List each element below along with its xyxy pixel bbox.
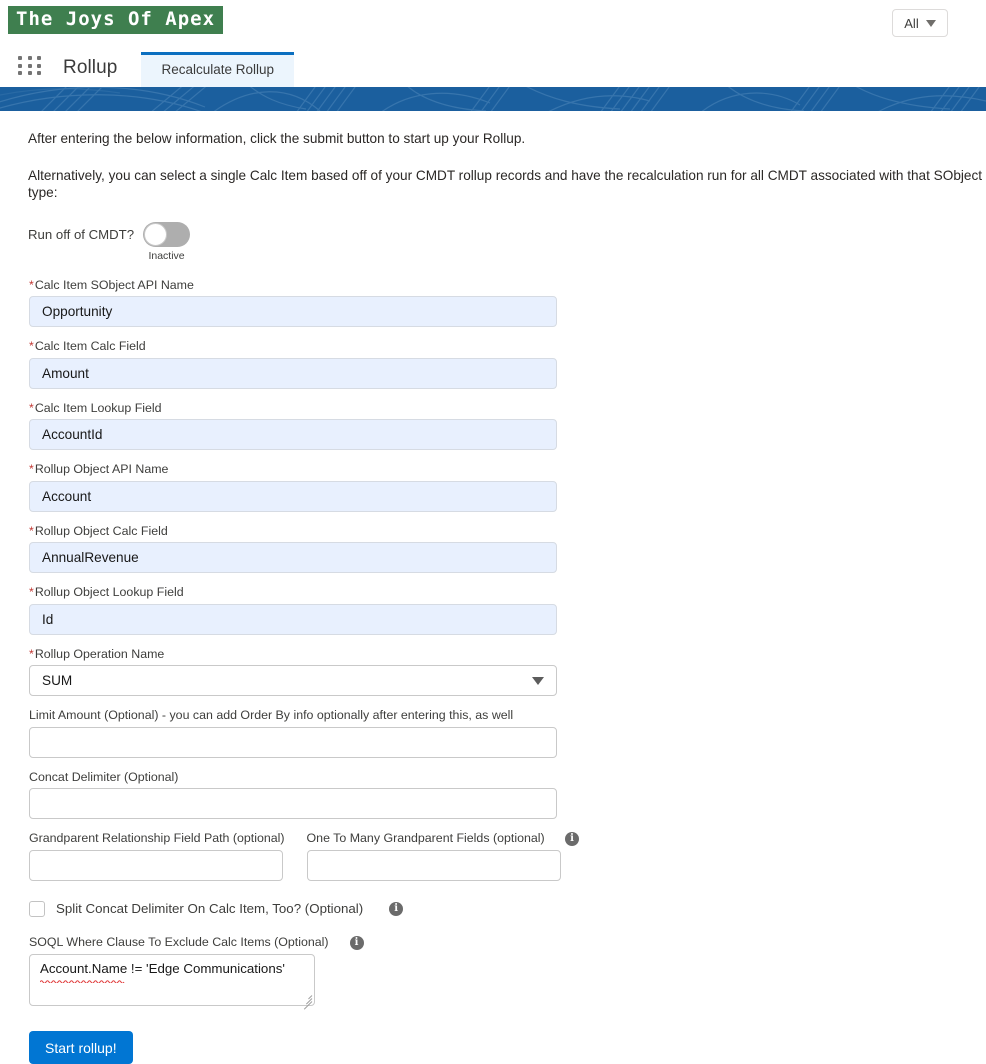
tab-recalculate-rollup[interactable]: Recalculate Rollup	[141, 52, 295, 87]
input-limit-amount[interactable]	[29, 726, 557, 758]
input-one-to-many-grandparent-fields[interactable]	[306, 849, 561, 881]
select-value: SUM	[42, 673, 73, 689]
select-rollup-operation-name[interactable]: SUM	[29, 665, 557, 697]
cmdt-toggle-state-label: Inactive	[148, 249, 185, 262]
input-rollup-object-calc-field[interactable]	[29, 542, 557, 574]
label-text: Calc Item Calc Field	[34, 339, 146, 354]
tab-strip: Recalculate Rollup	[141, 42, 295, 87]
field-grandparent-relationship-field-path: Grandparent Relationship Field Path (opt…	[29, 831, 285, 881]
field-rollup-operation-name: *Rollup Operation Name SUM	[29, 647, 986, 697]
label-text: Rollup Object API Name	[34, 462, 169, 477]
field-concat-delimiter: Concat Delimiter (Optional)	[29, 770, 986, 820]
label-text: Calc Item SObject API Name	[34, 277, 194, 292]
label-text: Calc Item Lookup Field	[34, 400, 162, 415]
cmdt-toggle-label: Run off of CMDT?	[28, 226, 135, 242]
app-launcher-grid-icon[interactable]	[18, 56, 44, 76]
info-icon[interactable]: i	[565, 832, 580, 847]
label-one-to-many-grandparent-fields: One To Many Grandparent Fields (optional…	[307, 831, 580, 847]
grandparent-fields-row: Grandparent Relationship Field Path (opt…	[29, 831, 986, 881]
chevron-down-icon	[925, 19, 936, 27]
required-asterisk: *	[29, 585, 34, 600]
info-icon[interactable]: i	[389, 901, 404, 916]
input-calc-item-lookup-field[interactable]	[29, 419, 557, 451]
label-grandparent-relationship-field-path: Grandparent Relationship Field Path (opt…	[29, 831, 285, 846]
decorative-banner	[0, 87, 986, 111]
label-rollup-object-api-name: *Rollup Object API Name	[29, 462, 986, 478]
cmdt-toggle-switch[interactable]	[143, 221, 191, 247]
soql-textarea-wrap	[29, 954, 315, 1011]
main-content-card: After entering the below information, cl…	[4, 111, 986, 1064]
cmdt-toggle-wrap: Inactive	[143, 221, 191, 262]
label-concat-delimiter: Concat Delimiter (Optional)	[29, 769, 179, 784]
required-asterisk: *	[29, 277, 34, 292]
top-bar: The Joys Of Apex All	[0, 0, 986, 42]
select-wrap-rollup-operation: SUM	[29, 665, 557, 697]
label-calc-item-lookup-field: *Calc Item Lookup Field	[29, 401, 986, 417]
scope-filter-dropdown[interactable]: All	[892, 9, 948, 37]
required-asterisk: *	[29, 400, 34, 415]
label-soql-where-clause: SOQL Where Clause To Exclude Calc Items …	[29, 934, 329, 949]
label-text: Rollup Operation Name	[34, 646, 165, 661]
label-rollup-object-calc-field: *Rollup Object Calc Field	[29, 524, 986, 540]
required-asterisk: *	[29, 646, 34, 661]
label-rollup-operation-name: *Rollup Operation Name	[29, 647, 986, 663]
required-asterisk: *	[29, 339, 34, 354]
intro-text-secondary: Alternatively, you can select a single C…	[28, 168, 983, 200]
rollup-form: *Calc Item SObject API Name *Calc Item C…	[29, 278, 986, 1064]
chevron-down-icon	[532, 677, 544, 686]
field-calc-item-lookup-field: *Calc Item Lookup Field	[29, 401, 986, 451]
label-text: One To Many Grandparent Fields (optional…	[306, 831, 545, 846]
label-text: Rollup Object Calc Field	[34, 523, 168, 538]
brand-logo: The Joys Of Apex	[8, 6, 224, 34]
tab-label: Recalculate Rollup	[161, 62, 275, 77]
field-soql-where-clause: SOQL Where Clause To Exclude Calc Items …	[29, 935, 986, 1011]
input-concat-delimiter[interactable]	[29, 788, 557, 820]
input-calc-item-calc-field[interactable]	[29, 357, 557, 389]
toggle-knob	[144, 222, 168, 246]
field-calc-item-sobject-api-name: *Calc Item SObject API Name	[29, 278, 986, 328]
required-asterisk: *	[29, 523, 34, 538]
field-calc-item-calc-field: *Calc Item Calc Field	[29, 339, 986, 389]
field-rollup-object-api-name: *Rollup Object API Name	[29, 462, 986, 512]
label-calc-item-calc-field: *Calc Item Calc Field	[29, 339, 986, 355]
intro-text-primary: After entering the below information, cl…	[28, 131, 526, 146]
label-rollup-object-lookup-field: *Rollup Object Lookup Field	[29, 585, 986, 601]
checkbox-split-concat-delimiter[interactable]	[29, 900, 45, 917]
input-calc-item-sobject-api-name[interactable]	[29, 296, 557, 328]
field-rollup-object-lookup-field: *Rollup Object Lookup Field	[29, 585, 986, 635]
input-rollup-object-api-name[interactable]	[29, 480, 557, 512]
info-icon[interactable]: i	[349, 935, 364, 950]
textarea-soql-where-clause[interactable]	[29, 954, 315, 1007]
required-asterisk: *	[29, 462, 34, 477]
label-split-concat-delimiter: Split Concat Delimiter On Calc Item, Too…	[56, 901, 364, 917]
start-rollup-button[interactable]: Start rollup!	[29, 1031, 133, 1064]
soql-label-row: SOQL Where Clause To Exclude Calc Items …	[29, 935, 986, 951]
field-limit-amount: Limit Amount (Optional) - you can add Or…	[29, 708, 986, 758]
scope-filter-label: All	[904, 15, 919, 31]
banner-pattern-icon	[0, 87, 986, 111]
field-split-concat-delimiter: Split Concat Delimiter On Calc Item, Too…	[29, 900, 986, 917]
cmdt-toggle-row: Run off of CMDT? Inactive	[28, 221, 986, 262]
label-limit-amount: Limit Amount (Optional) - you can add Or…	[29, 708, 514, 723]
input-rollup-object-lookup-field[interactable]	[29, 603, 557, 635]
field-rollup-object-calc-field: *Rollup Object Calc Field	[29, 524, 986, 574]
label-calc-item-sobject-api-name: *Calc Item SObject API Name	[29, 278, 986, 294]
app-name-label[interactable]: Rollup	[63, 57, 117, 79]
app-nav-bar: Rollup Recalculate Rollup	[0, 42, 986, 87]
label-text: Rollup Object Lookup Field	[34, 585, 184, 600]
input-grandparent-relationship-field-path[interactable]	[29, 849, 283, 881]
field-one-to-many-grandparent-fields: One To Many Grandparent Fields (optional…	[306, 831, 580, 881]
